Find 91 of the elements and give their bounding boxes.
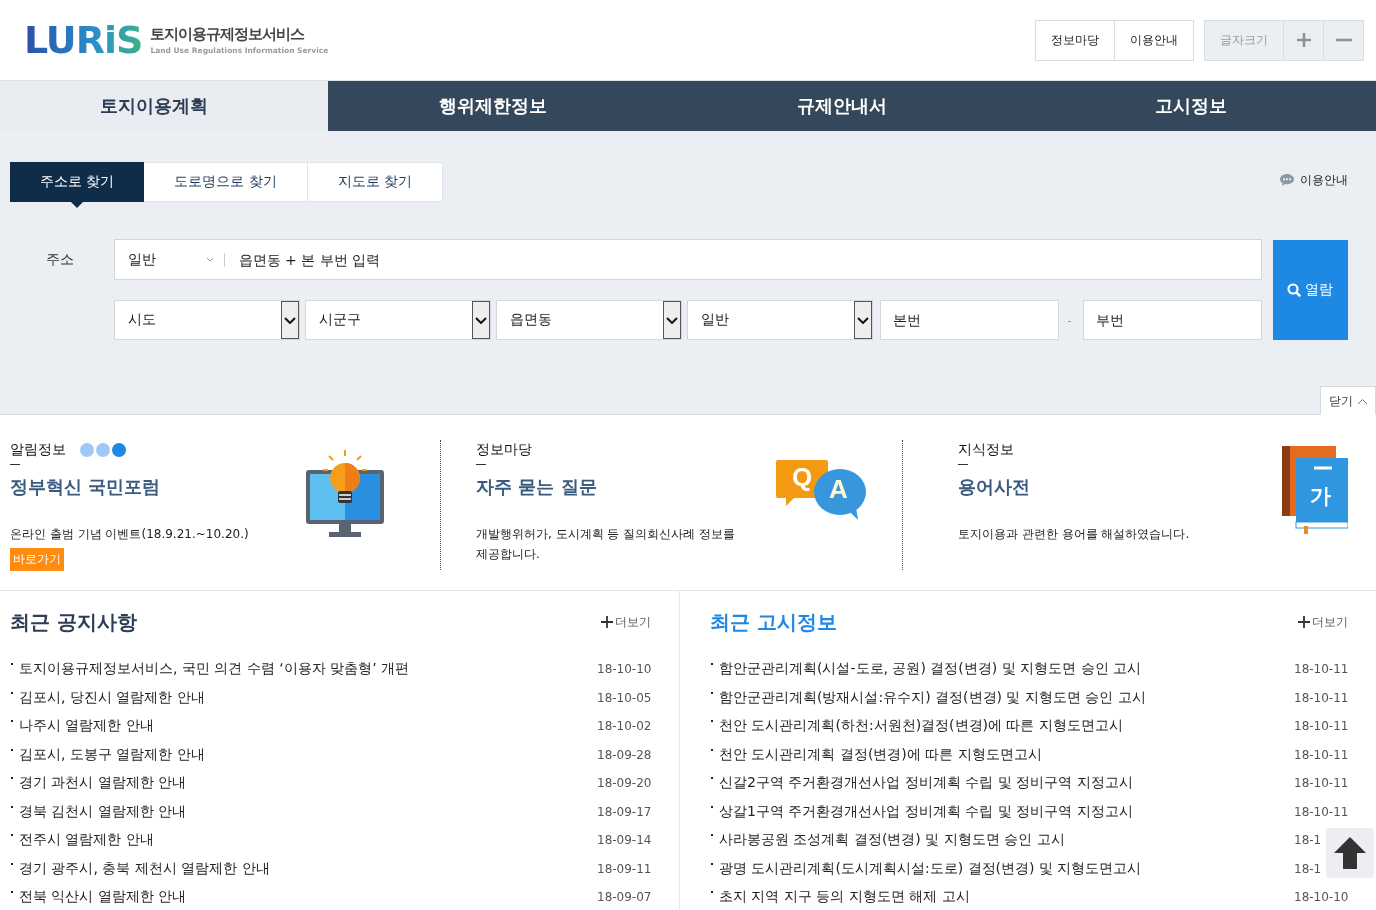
list-item-link[interactable]: 상갈1구역 주거환경개선사업 정비계획 수립 및 정비구역 지정고시 — [710, 802, 1133, 821]
pager-dot[interactable] — [80, 443, 94, 457]
view-button[interactable]: 열람 — [1272, 240, 1348, 340]
list-item-link[interactable]: 광명 도시관리계획(도시계획시설:도로) 결정(변경) 및 지형도면고시 — [710, 859, 1142, 878]
post-date: 18-09-17 — [597, 804, 651, 819]
address-search-field[interactable]: 일반 읍면동 + 본 부번 입력 — [113, 239, 1262, 280]
pager-dot[interactable] — [96, 443, 110, 457]
post-date: 18-10-11 — [1294, 690, 1348, 705]
feature-title[interactable]: 자주 묻는 질문 — [476, 475, 597, 499]
chat-bubble-icon — [1279, 173, 1295, 187]
search-tab[interactable]: 지도로 찾기 — [307, 162, 444, 202]
close-button[interactable]: 닫기 — [1320, 386, 1376, 415]
search-icon — [1287, 283, 1302, 297]
dropdown[interactable]: 시군구 — [304, 300, 491, 340]
chevron-up-icon — [1356, 397, 1368, 405]
chevron-down-icon — [283, 316, 296, 324]
list-item-link[interactable]: 전북 익산시 열람제한 안내 — [10, 888, 187, 907]
address-label: 주소 — [45, 250, 75, 269]
list-item-link[interactable]: 나주시 열람제한 안내 — [10, 717, 154, 736]
feature-description: 온라인 출범 기념 이벤트(18.9.21.~10.20.) — [10, 526, 250, 543]
minus-icon — [1335, 38, 1352, 42]
separator: - — [1066, 313, 1073, 327]
sub-number-field[interactable]: 부번 — [1082, 300, 1262, 340]
section-heading: 정보마당 — [476, 441, 532, 465]
nav-tab[interactable]: 규제안내서 — [677, 81, 1027, 131]
search-tab[interactable]: 주소로 찾기 — [10, 162, 145, 208]
post-date: 18-10-02 — [597, 719, 651, 734]
feature-description: 개발행위허가, 도시계획 등 질의회신사례 정보를 제공합니다. — [476, 526, 737, 563]
lightbulb-monitor-icon — [305, 448, 385, 538]
list-item-link[interactable]: 토지이용규제정보서비스, 국민 의견 수렴 ‘이용자 맞춤형’ 개편 — [10, 660, 410, 679]
dropdown[interactable]: 읍면동 — [495, 300, 682, 340]
list-item-link[interactable]: 천안 도시관리계획 결정(변경)에 따른 지형도면고시 — [710, 745, 1042, 764]
post-date: 18-10-10 — [1294, 890, 1348, 905]
list-item-link[interactable]: 김포시, 당진시 열람제한 안내 — [10, 688, 205, 707]
font-size-label: 글자크기 — [1219, 31, 1269, 49]
up-arrow-icon — [1334, 837, 1366, 869]
chevron-down-icon — [665, 316, 678, 324]
plus-icon — [601, 616, 613, 628]
list-item-link[interactable]: 김포시, 도봉구 열람제한 안내 — [10, 745, 205, 764]
post-date: 18-1 — [1294, 861, 1323, 876]
list-item-link[interactable]: 함안군관리계획(방재시설:유수지) 결정(변경) 및 지형도면 승인 고시 — [710, 688, 1146, 707]
header-link[interactable]: 이용안내 — [1114, 20, 1193, 60]
search-tab[interactable]: 도로명으로 찾기 — [144, 162, 308, 202]
plus-icon — [1298, 616, 1310, 628]
list-item-link[interactable]: 전주시 열람제한 안내 — [10, 831, 154, 850]
list-item-link[interactable]: 천안 도시관리계획(하천:서원천)결정(변경)에 따른 지형도면고시 — [710, 717, 1123, 736]
post-date: 18-09-11 — [597, 861, 651, 876]
list-item-link[interactable]: 경기 과천시 열람제한 안내 — [10, 774, 187, 793]
scroll-top-button[interactable] — [1326, 828, 1374, 878]
post-date: 18-10-11 — [1294, 719, 1348, 734]
post-date: 18-10-11 — [1294, 776, 1348, 791]
list-item-link[interactable]: 경기 광주시, 충북 제천시 열람제한 안내 — [10, 859, 270, 878]
list-item-link[interactable]: 함안군관리계획(시설-도로, 공원) 결정(변경) 및 지형도면 승인 고시 — [710, 660, 1142, 679]
post-date: 18-10-11 — [1294, 662, 1348, 677]
more-link[interactable]: 더보기 — [601, 613, 651, 631]
post-date: 18-09-28 — [597, 747, 651, 762]
feature-title[interactable]: 정부혁신 국민포럼 — [10, 475, 161, 499]
dropdown[interactable]: 시도 — [113, 300, 300, 340]
board-title[interactable]: 최근 공지사항 — [10, 608, 137, 636]
board-title[interactable]: 최근 고시정보 — [710, 608, 837, 636]
section-heading: 알림정보 — [10, 441, 66, 465]
plus-icon — [1296, 33, 1311, 47]
list-item-link[interactable]: 사라봉공원 조성계획 결정(변경) 및 지형도면 승인 고시 — [710, 831, 1065, 850]
more-link[interactable]: 더보기 — [1298, 613, 1348, 631]
site-name: 토지이용규제정보서비스 — [150, 25, 306, 44]
nav-tab[interactable]: 고시정보 — [1026, 81, 1376, 131]
post-date: 18-09-07 — [597, 890, 651, 905]
chevron-down-icon — [205, 257, 214, 262]
dropdown[interactable]: 일반 — [686, 300, 873, 340]
pager-dot[interactable] — [112, 443, 126, 457]
feature-title[interactable]: 용어사전 — [958, 475, 1030, 499]
chevron-down-icon — [856, 316, 869, 324]
section-heading: 지식정보 — [958, 441, 1014, 465]
post-date: 18-09-14 — [597, 833, 651, 848]
header-link[interactable]: 정보마당 — [1036, 20, 1114, 60]
post-date: 18-09-20 — [597, 776, 651, 791]
post-date: 18-10-11 — [1294, 804, 1348, 819]
post-date: 18-1 — [1294, 833, 1323, 848]
list-item-link[interactable]: 신갈2구역 주거환경개선사업 정비계획 수립 및 정비구역 지정고시 — [710, 774, 1133, 793]
help-link[interactable]: 이용안내 — [1279, 171, 1348, 189]
main-number-field[interactable]: 본번 — [879, 300, 1059, 340]
nav-tab[interactable]: 토지이용계획 — [0, 81, 328, 131]
chevron-down-icon — [474, 316, 487, 324]
nav-tab[interactable]: 행위제한정보 — [328, 81, 678, 131]
feature-description: 토지이용과 관련한 용어를 해설하였습니다. — [958, 526, 1191, 543]
list-item-link[interactable]: 경북 김천시 열람제한 안내 — [10, 802, 187, 821]
post-date: 18-10-11 — [1294, 747, 1348, 762]
list-item-link[interactable]: 초지 지역 지구 등의 지형도면 해제 고시 — [710, 888, 970, 907]
post-date: 18-10-05 — [597, 690, 651, 705]
type-dropdown[interactable]: 일반 — [114, 252, 225, 267]
post-date: 18-10-10 — [597, 662, 651, 677]
